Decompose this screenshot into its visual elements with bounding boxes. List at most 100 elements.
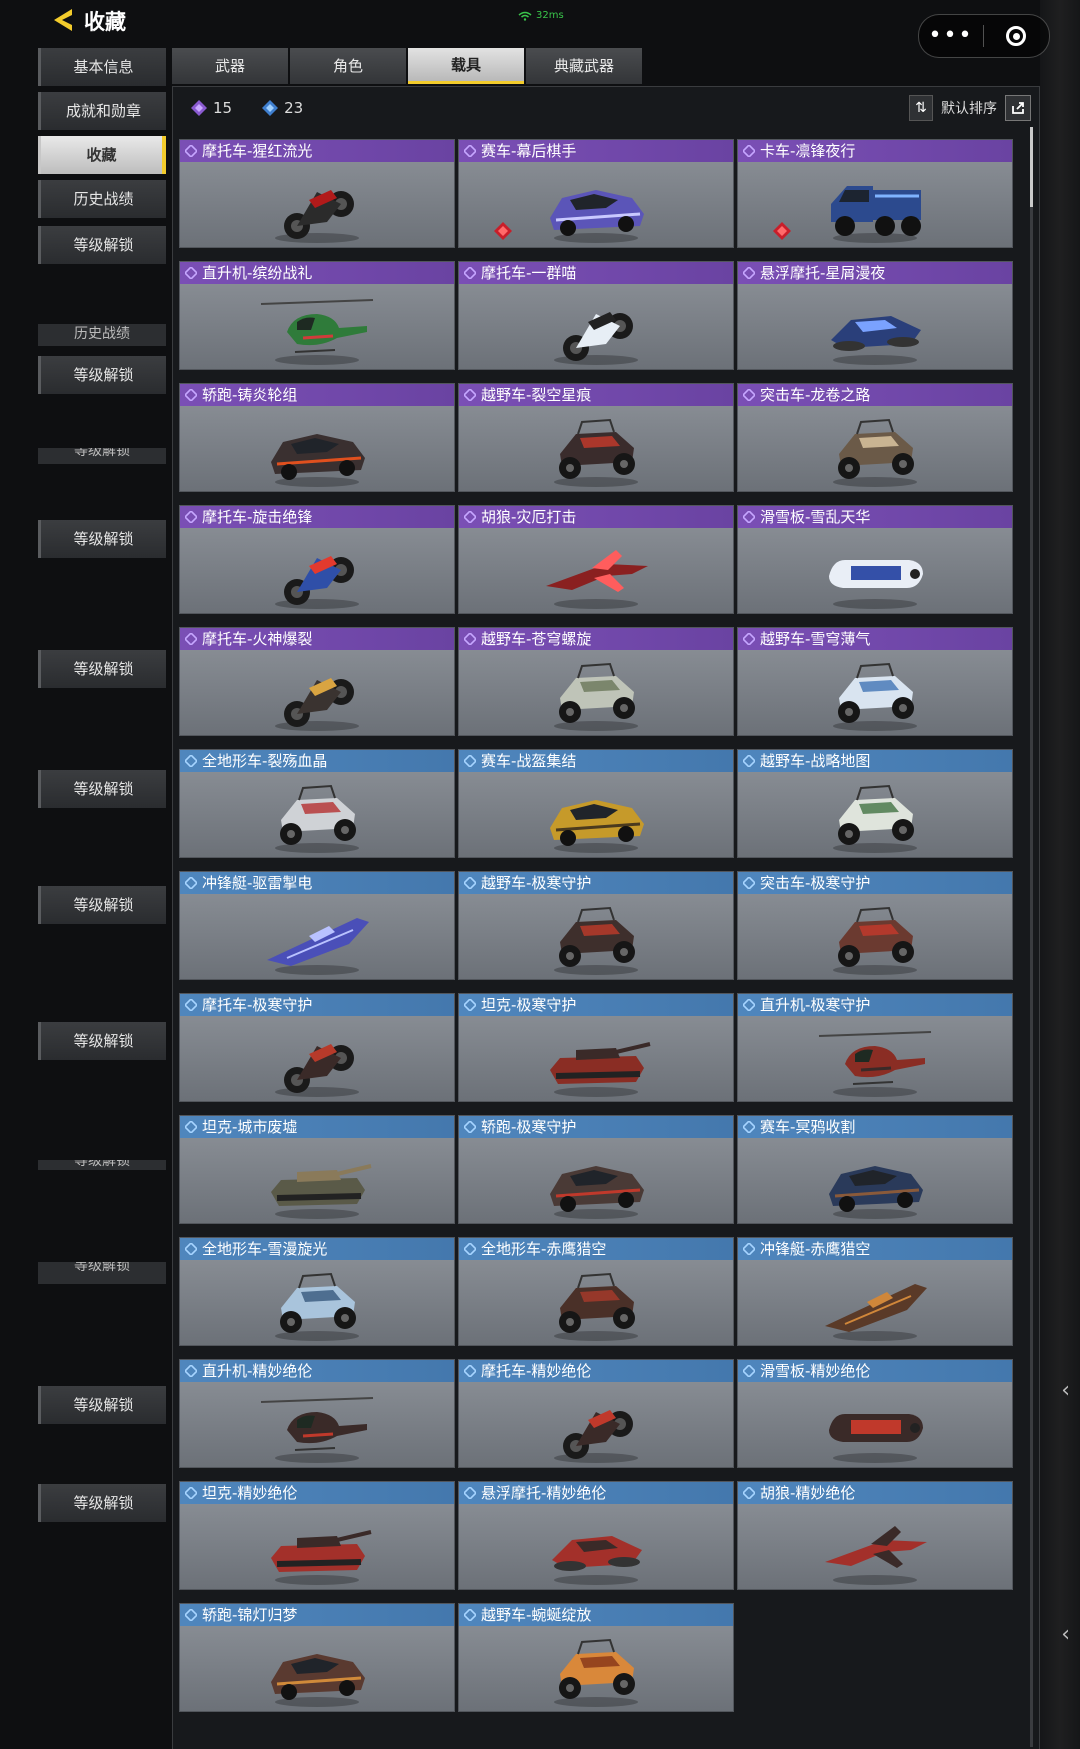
wifi-icon bbox=[518, 11, 532, 21]
vehicle-card[interactable]: 直升机-缤纷战礼 bbox=[179, 261, 455, 370]
vehicle-name: 摩托车-极寒守护 bbox=[202, 996, 313, 1014]
vehicle-card[interactable]: 摩托车-精妙绝伦 bbox=[458, 1359, 734, 1468]
vehicle-card-title: 坦克-城市废墟 bbox=[180, 1116, 454, 1138]
share-icon[interactable] bbox=[1005, 95, 1031, 121]
vehicle-card-title: 坦克-极寒守护 bbox=[459, 994, 733, 1016]
vehicle-card-title: 赛车-幕后棋手 bbox=[459, 140, 733, 162]
purple-gem-icon bbox=[743, 267, 755, 279]
vehicle-card[interactable]: 全地形车-雪漫旋光 bbox=[179, 1237, 455, 1346]
vehicle-card[interactable]: 冲锋艇-驱雷掣电 bbox=[179, 871, 455, 980]
vehicle-card[interactable]: 越野车-蜿蜒绽放 bbox=[458, 1603, 734, 1712]
vehicle-name: 摩托车-猩红流光 bbox=[202, 142, 313, 160]
vehicle-card[interactable]: 轿跑-锦灯归梦 bbox=[179, 1603, 455, 1712]
blue-gem-icon bbox=[185, 1487, 197, 1499]
tab-characters[interactable]: 角色 bbox=[290, 48, 406, 84]
vehicle-name: 突击车-极寒守护 bbox=[760, 874, 871, 892]
sidebar-item-achievements[interactable]: 成就和勋章 bbox=[38, 92, 166, 130]
vehicle-name: 冲锋艇-赤鹰猎空 bbox=[760, 1240, 871, 1258]
vehicle-name: 滑雪板-雪乱天华 bbox=[760, 508, 871, 526]
vehicle-card[interactable]: 直升机-精妙绝伦 bbox=[179, 1359, 455, 1468]
vehicle-card[interactable]: 越野车-战略地图 bbox=[737, 749, 1013, 858]
vehicle-card[interactable]: 轿跑-极寒守护 bbox=[458, 1115, 734, 1224]
vehicle-card-title: 胡狼-灾厄打击 bbox=[459, 506, 733, 528]
sidebar-ghost-fragment: 等级解锁 bbox=[38, 448, 166, 464]
sort-label[interactable]: 默认排序 bbox=[941, 98, 997, 118]
blue-gem-icon bbox=[464, 1365, 476, 1377]
vehicle-card[interactable]: 冲锋艇-赤鹰猎空 bbox=[737, 1237, 1013, 1346]
vehicle-card[interactable]: 摩托车-火神爆裂 bbox=[179, 627, 455, 736]
back-arrow-icon[interactable] bbox=[50, 6, 78, 34]
purple-gem-icon bbox=[464, 511, 476, 523]
ping-value: 32ms bbox=[536, 10, 564, 21]
close-target-icon bbox=[1006, 26, 1026, 46]
vehicle-card[interactable]: 摩托车-极寒守护 bbox=[179, 993, 455, 1102]
vehicle-card[interactable]: 越野车-雪穹薄气 bbox=[737, 627, 1013, 736]
atv-vehicle-icon bbox=[275, 784, 359, 853]
vehicle-card[interactable]: 滑雪板-精妙绝伦 bbox=[737, 1359, 1013, 1468]
vehicle-card[interactable]: 坦克-精妙绝伦 bbox=[179, 1481, 455, 1590]
vehicle-name: 赛车-幕后棋手 bbox=[481, 142, 577, 160]
red-badge-icon bbox=[494, 222, 512, 240]
vehicle-card[interactable]: 全地形车-赤鹰猎空 bbox=[458, 1237, 734, 1346]
purple-gem-icon bbox=[743, 145, 755, 157]
vehicle-name: 摩托车-火神爆裂 bbox=[202, 630, 313, 648]
scrollbar[interactable] bbox=[1030, 127, 1033, 1747]
vehicle-card[interactable]: 摩托车-猩红流光 bbox=[179, 139, 455, 248]
tab-vehicles[interactable]: 载具 bbox=[408, 48, 524, 84]
vehicle-name: 冲锋艇-驱雷掣电 bbox=[202, 874, 313, 892]
sidebar-ghost-fragment: 等级解锁 bbox=[38, 1262, 166, 1284]
sort-toggle-icon[interactable]: ⇅ bbox=[909, 95, 933, 121]
more-menu-button[interactable]: ••• bbox=[919, 15, 983, 57]
close-miniprogram-button[interactable] bbox=[984, 26, 1048, 46]
blue-gem-icon bbox=[185, 755, 197, 767]
vehicle-card[interactable]: 全地形车-裂殇血晶 bbox=[179, 749, 455, 858]
chevron-left-icon[interactable]: ‹ bbox=[1061, 1378, 1070, 1403]
vehicle-card[interactable]: 赛车-冥鸦收割 bbox=[737, 1115, 1013, 1224]
vehicle-card-title: 悬浮摩托-精妙绝伦 bbox=[459, 1482, 733, 1504]
vehicle-name: 越野车-裂空星痕 bbox=[481, 386, 592, 404]
vehicle-name: 坦克-极寒守护 bbox=[481, 996, 577, 1014]
purple-gem-icon bbox=[185, 389, 197, 401]
vehicle-card[interactable]: 越野车-裂空星痕 bbox=[458, 383, 734, 492]
vehicle-card[interactable]: 赛车-幕后棋手 bbox=[458, 139, 734, 248]
heli-vehicle-icon bbox=[260, 299, 374, 365]
tab-collectible-weapons[interactable]: 典藏武器 bbox=[526, 48, 642, 84]
blue-gem-icon bbox=[464, 999, 476, 1011]
tab-weapons[interactable]: 武器 bbox=[172, 48, 288, 84]
sidebar-ghost-level-unlock: 等级解锁 bbox=[38, 520, 166, 558]
vehicle-card-title: 摩托车-极寒守护 bbox=[180, 994, 454, 1016]
sidebar-item-basic-info[interactable]: 基本信息 bbox=[38, 48, 166, 86]
vehicle-card[interactable]: 直升机-极寒守护 bbox=[737, 993, 1013, 1102]
vehicle-card[interactable]: 赛车-战盔集结 bbox=[458, 749, 734, 858]
vehicle-card[interactable]: 摩托车-一群喵 bbox=[458, 261, 734, 370]
chevron-left-icon[interactable]: ‹ bbox=[1061, 1622, 1070, 1647]
vehicle-card[interactable]: 轿跑-铸炎轮组 bbox=[179, 383, 455, 492]
sidebar-item-history[interactable]: 历史战绩 bbox=[38, 180, 166, 218]
vehicle-card-title: 越野车-战略地图 bbox=[738, 750, 1012, 772]
vehicle-card[interactable]: 突击车-极寒守护 bbox=[737, 871, 1013, 980]
vehicle-card[interactable]: 越野车-苍穹螺旋 bbox=[458, 627, 734, 736]
hover-vehicle-icon bbox=[552, 1536, 642, 1585]
scroll-thumb[interactable] bbox=[1030, 127, 1033, 207]
vehicle-card[interactable]: 悬浮摩托-精妙绝伦 bbox=[458, 1481, 734, 1590]
sidebar-item-collection[interactable]: 收藏 bbox=[38, 136, 166, 174]
vehicle-card[interactable]: 卡车-凛锋夜行 bbox=[737, 139, 1013, 248]
vehicle-card[interactable]: 突击车-龙卷之路 bbox=[737, 383, 1013, 492]
vehicle-card[interactable]: 胡狼-灾厄打击 bbox=[458, 505, 734, 614]
vehicle-card[interactable]: 越野车-极寒守护 bbox=[458, 871, 734, 980]
sidebar-item-level-unlock[interactable]: 等级解锁 bbox=[38, 226, 166, 264]
vehicle-card[interactable]: 坦克-极寒守护 bbox=[458, 993, 734, 1102]
vehicle-name: 坦克-城市废墟 bbox=[202, 1118, 298, 1136]
vehicle-card[interactable]: 悬浮摩托-星屑漫夜 bbox=[737, 261, 1013, 370]
vehicle-card[interactable]: 胡狼-精妙绝伦 bbox=[737, 1481, 1013, 1590]
blue-gem-icon bbox=[743, 877, 755, 889]
vehicle-card[interactable]: 摩托车-旋击绝锋 bbox=[179, 505, 455, 614]
vehicle-name: 轿跑-极寒守护 bbox=[481, 1118, 577, 1136]
sidebar-ghost-level-unlock: 等级解锁 bbox=[38, 650, 166, 688]
vehicle-name: 越野车-极寒守护 bbox=[481, 874, 592, 892]
vehicle-card-title: 轿跑-铸炎轮组 bbox=[180, 384, 454, 406]
vehicle-card-title: 突击车-极寒守护 bbox=[738, 872, 1012, 894]
vehicle-card[interactable]: 滑雪板-雪乱天华 bbox=[737, 505, 1013, 614]
vehicle-card[interactable]: 坦克-城市废墟 bbox=[179, 1115, 455, 1224]
atv-vehicle-icon bbox=[275, 1272, 359, 1341]
